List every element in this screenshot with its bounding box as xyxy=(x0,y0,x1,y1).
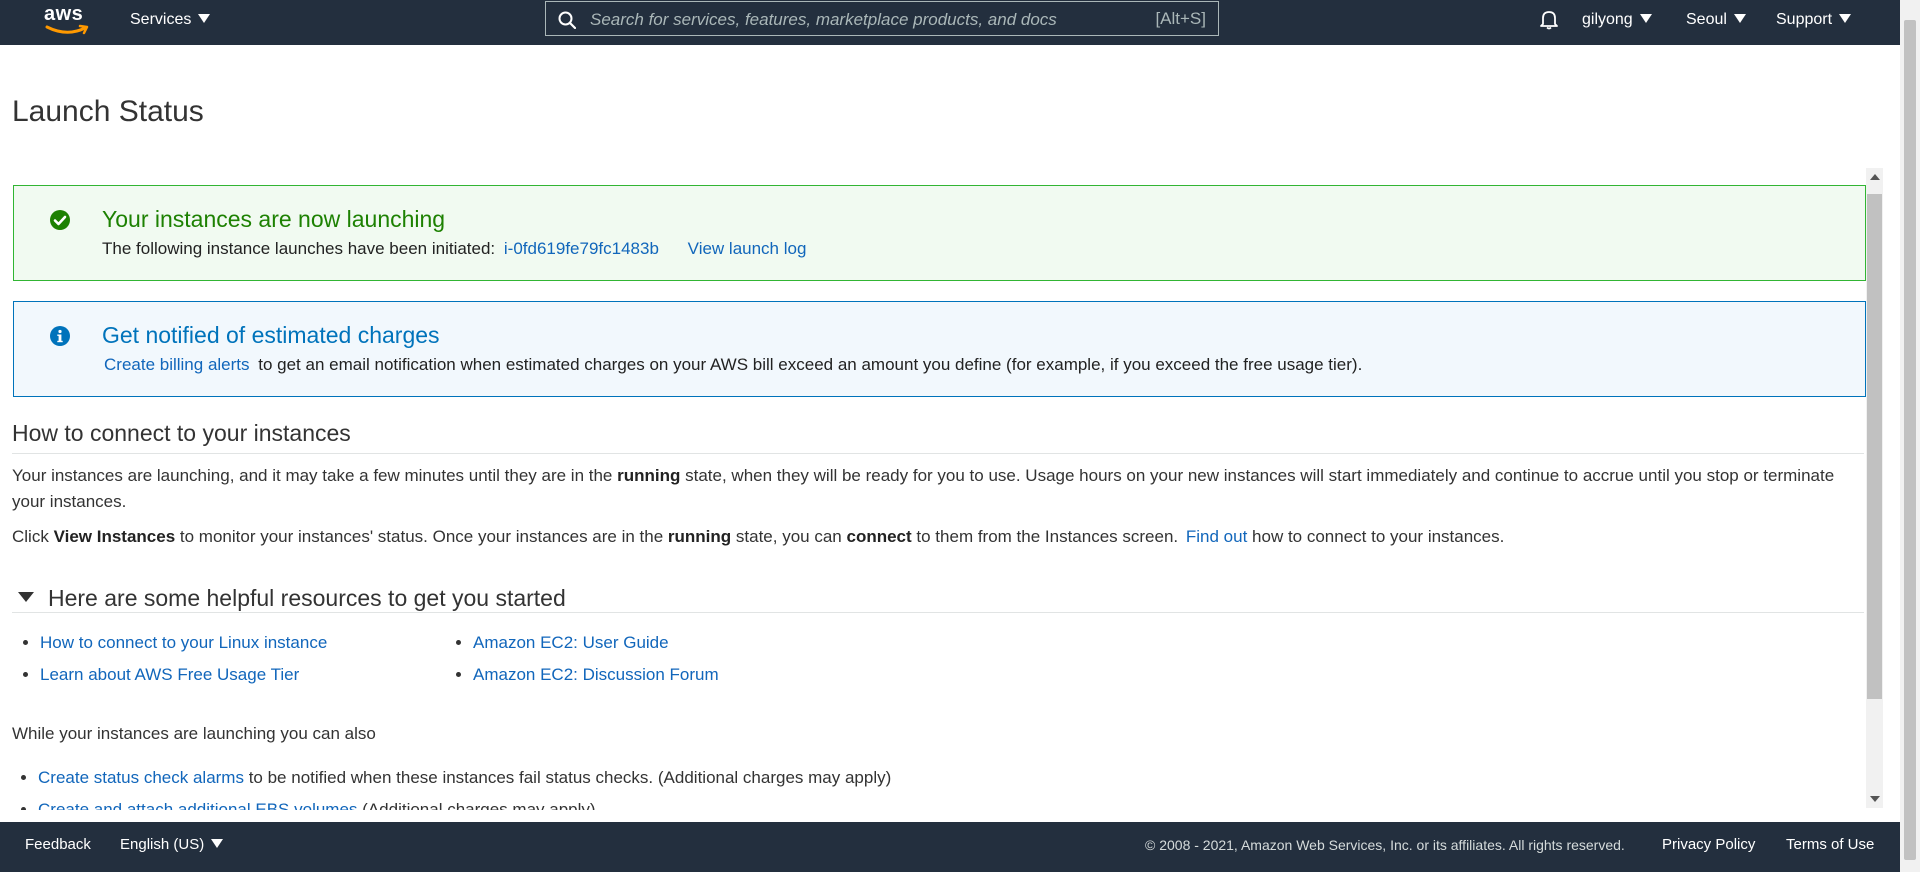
region-label: Seoul xyxy=(1686,11,1727,28)
also-heading: While your instances are launching you c… xyxy=(12,724,376,743)
resources-list-right: Amazon EC2: User Guide Amazon EC2: Discu… xyxy=(445,627,719,691)
scrollbar-thumb[interactable] xyxy=(1867,194,1882,699)
section-divider xyxy=(12,612,1864,613)
page-scrollbar-thumb[interactable] xyxy=(1904,20,1916,860)
page-title: Launch Status xyxy=(12,95,204,128)
aws-smile-icon xyxy=(45,24,89,35)
resources-heading: Here are some helpful resources to get y… xyxy=(48,585,566,611)
para2-bold-connect: connect xyxy=(846,527,912,546)
check-circle-icon xyxy=(50,210,70,230)
free-tier-link[interactable]: Learn about AWS Free Usage Tier xyxy=(40,665,299,684)
support-menu[interactable]: Support xyxy=(1776,0,1852,45)
scroll-down-arrow-icon[interactable] xyxy=(1870,796,1880,802)
info-alert-title: Get notified of estimated charges xyxy=(102,322,440,348)
para1-bold-running: running xyxy=(617,466,681,485)
resources-toggle[interactable]: Here are some helpful resources to get y… xyxy=(12,585,566,612)
services-menu[interactable]: Services xyxy=(130,0,211,45)
connect-section-heading: How to connect to your instances xyxy=(12,420,351,446)
find-out-link[interactable]: Find out xyxy=(1186,527,1247,546)
para1-text-before: Your instances are launching, and it may… xyxy=(12,466,613,485)
user-menu[interactable]: gilyong xyxy=(1582,0,1652,45)
triangle-down-icon xyxy=(18,592,34,602)
connect-paragraph-1: Your instances are launching, and it may… xyxy=(12,463,1857,515)
para2-text-2: to monitor your instances' status. Once … xyxy=(179,527,664,546)
linux-connect-link[interactable]: How to connect to your Linux instance xyxy=(40,633,327,652)
create-billing-alerts-link[interactable]: Create billing alerts xyxy=(104,355,250,374)
language-label: English (US) xyxy=(120,836,205,853)
list-item-text: to be notified when these instances fail… xyxy=(248,768,892,787)
success-alert-title: Your instances are now launching xyxy=(102,206,446,232)
main-content: Launch Status Your instances are now lau… xyxy=(12,45,1866,822)
instance-id-link[interactable]: i-0fd619fe79fc1483b xyxy=(504,239,659,258)
content-clip xyxy=(0,810,1866,822)
list-item: Amazon EC2: User Guide xyxy=(473,627,719,659)
region-menu[interactable]: Seoul xyxy=(1686,0,1746,45)
terms-of-use-link[interactable]: Terms of Use xyxy=(1786,822,1874,868)
list-item: Learn about AWS Free Usage Tier xyxy=(40,659,327,691)
search-icon xyxy=(558,11,576,29)
content-scrollbar[interactable] xyxy=(1866,168,1883,808)
bell-icon[interactable] xyxy=(1538,8,1560,30)
search-shortcut-hint: [Alt+S] xyxy=(1155,9,1206,28)
list-item: Amazon EC2: Discussion Forum xyxy=(473,659,719,691)
chevron-down-icon xyxy=(211,839,224,848)
ec2-user-guide-link[interactable]: Amazon EC2: User Guide xyxy=(473,633,669,652)
user-label: gilyong xyxy=(1582,11,1633,28)
privacy-policy-link[interactable]: Privacy Policy xyxy=(1662,822,1755,868)
status-check-alarms-link[interactable]: Create status check alarms xyxy=(38,768,244,787)
search-input[interactable] xyxy=(588,2,1092,37)
support-label: Support xyxy=(1776,11,1833,28)
billing-info-alert: Get notified of estimated charges Create… xyxy=(13,301,1866,397)
scroll-up-arrow-icon[interactable] xyxy=(1870,174,1880,180)
list-item: Create status check alarms to be notifie… xyxy=(38,762,1838,794)
top-navigation-bar: aws Services [Alt+S] gilyong Seoul Suppo… xyxy=(0,0,1900,45)
success-alert-text: The following instance launches have bee… xyxy=(102,239,496,258)
resources-list-left: How to connect to your Linux instance Le… xyxy=(12,627,327,691)
para2-text-4: to them from the Instances screen. xyxy=(916,527,1179,546)
para2-text-1: Click xyxy=(12,527,49,546)
ec2-forum-link[interactable]: Amazon EC2: Discussion Forum xyxy=(473,665,719,684)
para2-bold-running: running xyxy=(667,527,732,546)
aws-logo[interactable]: aws xyxy=(44,4,90,38)
info-alert-body: Create billing alerts to get an email no… xyxy=(104,355,1362,375)
connect-paragraph-2: Click View Instances to monitor your ins… xyxy=(12,524,1857,550)
services-label: Services xyxy=(130,11,192,28)
chevron-down-icon xyxy=(1839,14,1852,23)
feedback-link[interactable]: Feedback xyxy=(25,822,91,868)
language-selector[interactable]: English (US) xyxy=(120,822,224,868)
success-alert-body: The following instance launches have bee… xyxy=(102,239,806,259)
chevron-down-icon xyxy=(1733,14,1746,23)
aws-logo-text: aws xyxy=(44,3,84,25)
view-launch-log-link[interactable]: View launch log xyxy=(688,239,807,258)
footer-bar: Feedback English (US) © 2008 - 2021, Ama… xyxy=(0,822,1900,872)
para2-text-5: how to connect to your instances. xyxy=(1252,527,1505,546)
launch-success-alert: Your instances are now launching The fol… xyxy=(13,185,1866,281)
chevron-down-icon xyxy=(1639,14,1652,23)
info-circle-icon xyxy=(50,326,70,346)
chevron-down-icon xyxy=(198,14,211,23)
para2-text-3: state, you can xyxy=(735,527,842,546)
info-alert-text: to get an email notification when estima… xyxy=(258,355,1363,374)
para2-bold-view-instances: View Instances xyxy=(53,527,176,546)
copyright-text: © 2008 - 2021, Amazon Web Services, Inc.… xyxy=(1145,837,1625,853)
page-scrollbar[interactable] xyxy=(1900,0,1920,872)
search-box[interactable]: [Alt+S] xyxy=(545,1,1219,37)
section-divider xyxy=(12,453,1864,454)
list-item: How to connect to your Linux instance xyxy=(40,627,327,659)
